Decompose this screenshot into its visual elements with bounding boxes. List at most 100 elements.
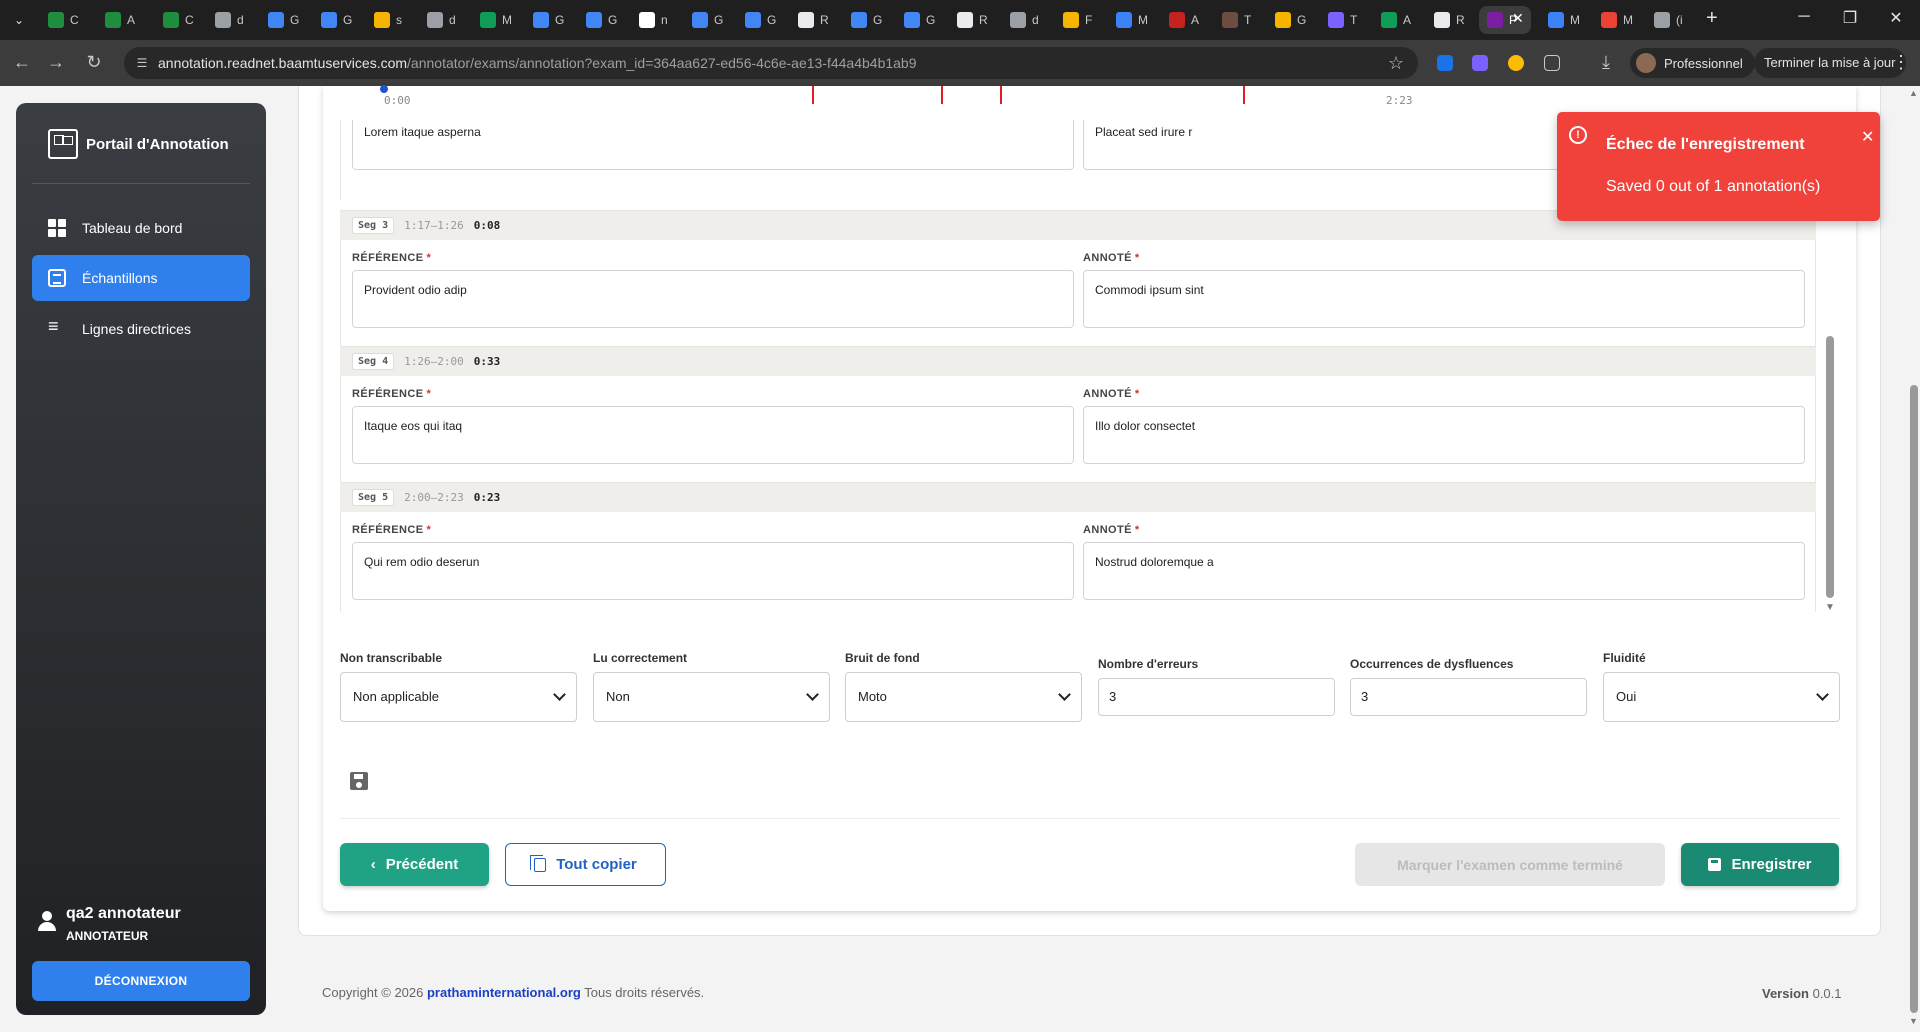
browser-tab[interactable]: G (737, 6, 781, 34)
profile-chip[interactable]: Professionnel (1630, 48, 1755, 78)
browser-tab[interactable]: R (790, 6, 834, 34)
segment-tag: Seg 4 (352, 353, 395, 370)
footer-version: Version 0.0.1 (1762, 986, 1842, 1001)
copy-all-button[interactable]: Tout copier (505, 843, 666, 886)
browser-tab[interactable]: R (1426, 6, 1470, 34)
page-scroll-up-icon[interactable]: ▲ (1909, 88, 1918, 98)
annotated-textarea[interactable] (1083, 406, 1805, 464)
browser-tab[interactable]: C (40, 6, 84, 34)
extension-icon[interactable] (1472, 55, 1488, 71)
back-icon[interactable]: ← (10, 52, 34, 73)
browser-tab[interactable]: d (207, 6, 251, 34)
segment-duration: 0:33 (473, 355, 501, 368)
footer-link[interactable]: prathaminternational.org (427, 985, 581, 1000)
browser-tab[interactable]: G (843, 6, 887, 34)
update-button[interactable]: Terminer la mise à jour (1754, 48, 1906, 78)
brand[interactable]: Portail d'Annotation (48, 129, 229, 159)
browser-tab[interactable]: d (1002, 6, 1046, 34)
sidebar-item-dashboard[interactable]: Tableau de bord (32, 205, 250, 251)
scroll-down-arrow-icon[interactable]: ▼ (1825, 602, 1835, 613)
tab-close-icon[interactable]: ✕ (1512, 10, 1524, 27)
browser-tab[interactable]: F (1055, 6, 1099, 34)
save-button[interactable]: Enregistrer (1681, 843, 1839, 886)
site-info-icon[interactable]: ☰ (134, 55, 150, 71)
reference-textarea[interactable] (352, 270, 1074, 328)
non-transcribable-select[interactable]: Non applicable (340, 672, 577, 722)
browser-tab[interactable]: A (97, 6, 141, 34)
extension-icon[interactable] (1437, 55, 1453, 71)
divider (32, 183, 250, 184)
tab-favicon-icon (1548, 12, 1564, 28)
extensions-puzzle-icon[interactable] (1544, 55, 1560, 71)
forward-icon[interactable]: → (44, 52, 68, 73)
browser-tab[interactable]: C (155, 6, 199, 34)
tab-search-chevron-icon[interactable]: ⌄ (8, 10, 30, 30)
browser-tab[interactable]: s (366, 6, 410, 34)
browser-tab[interactable]: (i (1646, 6, 1690, 34)
logout-button[interactable]: DÉCONNEXION (32, 961, 250, 1001)
browser-tab[interactable]: M (472, 6, 516, 34)
error-count-input[interactable]: 3 (1098, 678, 1335, 716)
browser-tab[interactable]: G (578, 6, 622, 34)
page-scrollbar-thumb[interactable] (1910, 385, 1918, 1013)
browser-tab[interactable]: T (1214, 6, 1258, 34)
reference-textarea[interactable] (352, 406, 1074, 464)
tab-favicon-icon (48, 12, 64, 28)
profile-label: Professionnel (1664, 55, 1743, 71)
browser-tab[interactable]: A (1373, 6, 1417, 34)
save-draft-icon[interactable] (350, 772, 368, 790)
sidebar-item-samples[interactable]: Échantillons (32, 255, 250, 301)
browser-tab[interactable]: G (525, 6, 569, 34)
tab-favicon-icon (480, 12, 496, 28)
sidebar-item-guidelines[interactable]: Lignes directrices (32, 306, 250, 352)
reference-textarea[interactable] (352, 120, 1074, 170)
tab-title: M (1138, 13, 1148, 27)
sidebar: Portail d'Annotation Tableau de bord Éch… (16, 103, 266, 1015)
annotated-textarea[interactable] (1083, 542, 1805, 600)
reload-icon[interactable]: ↻ (82, 52, 106, 73)
browser-tab[interactable]: G (313, 6, 357, 34)
browser-tab[interactable]: M (1108, 6, 1152, 34)
tab-favicon-icon (215, 12, 231, 28)
browser-tab[interactable]: G (260, 6, 304, 34)
browser-tab[interactable]: T (1320, 6, 1364, 34)
annotated-textarea[interactable] (1083, 270, 1805, 328)
dysfluency-count-input[interactable]: 3 (1350, 678, 1587, 716)
browser-menu-icon[interactable]: ⋮ (1892, 52, 1910, 73)
previous-button[interactable]: ‹ Précédent (340, 843, 489, 886)
browser-tab[interactable]: G (896, 6, 940, 34)
browser-tab[interactable]: G (684, 6, 728, 34)
toast-message: Saved 0 out of 1 annotation(s) (1606, 178, 1821, 195)
close-icon[interactable]: ✕ (1861, 127, 1874, 147)
sidebar-item-label: Échantillons (82, 270, 158, 286)
new-tab-icon[interactable]: + (1706, 7, 1718, 30)
download-icon[interactable]: ⤓ (1594, 52, 1618, 73)
toast-title: Échec de l'enregistrement (1606, 136, 1805, 153)
browser-tab[interactable]: M (1540, 6, 1584, 34)
browser-tab[interactable]: R (949, 6, 993, 34)
address-bar[interactable]: ☰ annotation.readnet.baamtuservices.com/… (124, 47, 1418, 79)
segments-scrollbar-thumb[interactable] (1826, 336, 1834, 598)
browser-tab[interactable]: n (631, 6, 675, 34)
window-close-icon[interactable]: ✕ (1873, 8, 1919, 28)
tab-favicon-icon (798, 12, 814, 28)
extension-icon[interactable] (1508, 55, 1524, 71)
browser-tab[interactable]: M (1593, 6, 1637, 34)
read-correctly-select[interactable]: Non (593, 672, 830, 722)
browser-tab[interactable]: G (1267, 6, 1311, 34)
bookmark-star-icon[interactable]: ☆ (1388, 53, 1404, 74)
tab-title: C (70, 13, 79, 27)
browser-tab[interactable]: A (1161, 6, 1205, 34)
fluency-select[interactable]: Oui (1603, 672, 1840, 722)
maximize-icon[interactable]: ❐ (1827, 8, 1873, 28)
mark-exam-done-button[interactable]: Marquer l'examen comme terminé (1355, 843, 1665, 886)
tab-favicon-icon (639, 12, 655, 28)
tab-title: s (396, 13, 402, 27)
playhead[interactable] (380, 85, 388, 93)
reference-textarea[interactable] (352, 542, 1074, 600)
page-scroll-down-icon[interactable]: ▼ (1909, 1016, 1918, 1026)
background-noise-select[interactable]: Moto (845, 672, 1082, 722)
minimize-icon[interactable]: ─ (1781, 8, 1827, 26)
audio-timeline[interactable]: 0:00 2:23 (338, 85, 1818, 110)
browser-tab[interactable]: d (419, 6, 463, 34)
